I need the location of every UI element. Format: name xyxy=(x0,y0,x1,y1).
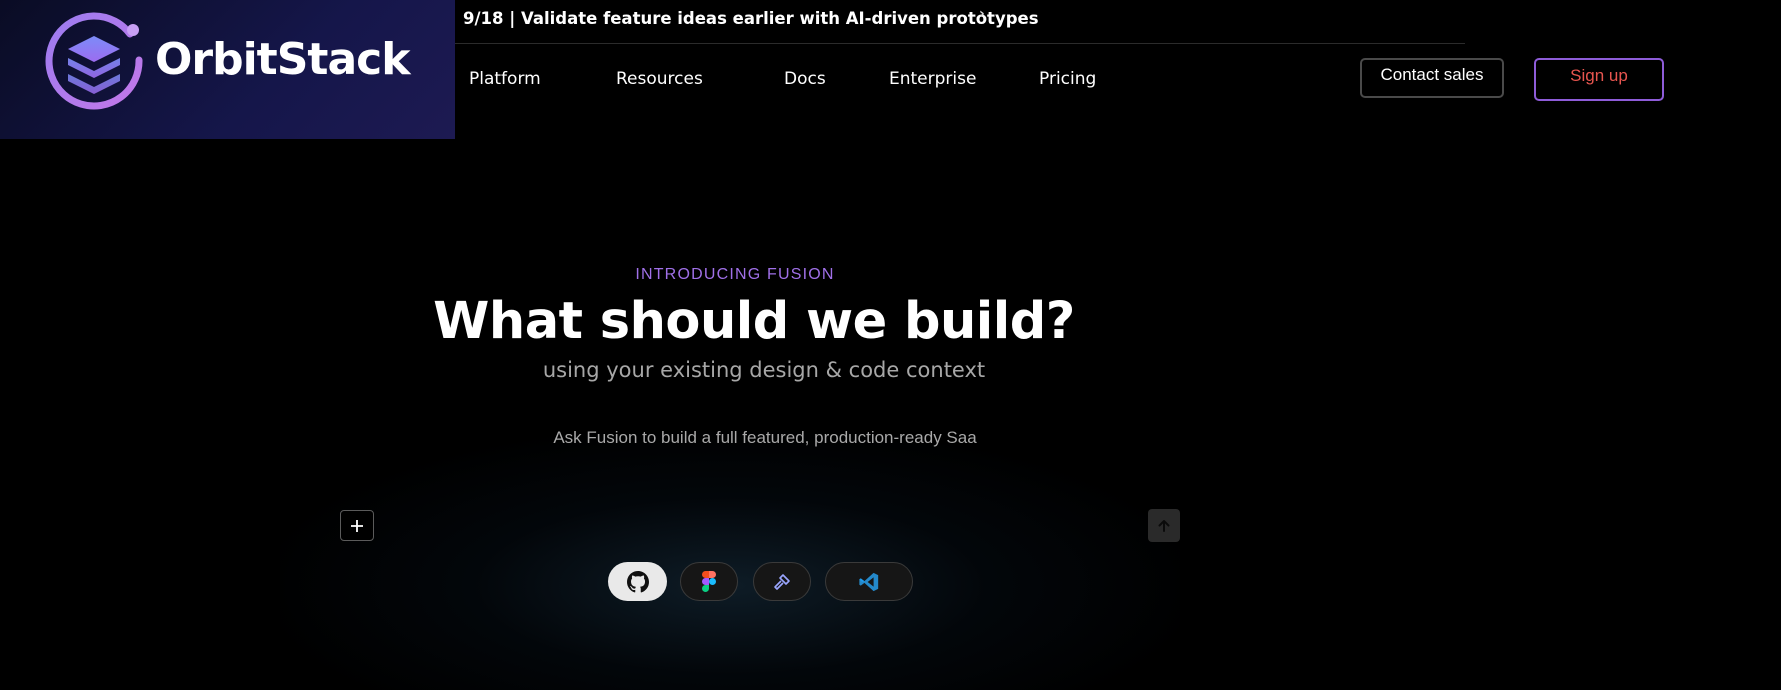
figma-integration-button[interactable] xyxy=(680,562,738,601)
arrow-up-icon xyxy=(1158,519,1170,532)
chevron-right-icon: › xyxy=(979,6,985,22)
vscode-icon xyxy=(859,572,879,591)
announcement-text: 9/18 | Validate feature ideas earlier wi… xyxy=(463,8,1039,28)
sign-up-button[interactable]: Sign up xyxy=(1534,58,1664,101)
add-attachment-button[interactable] xyxy=(340,510,374,541)
background-glow xyxy=(280,430,1180,690)
nav-pricing[interactable]: Pricing xyxy=(1039,69,1096,89)
header-divider xyxy=(455,43,1465,44)
hero-eyebrow: INTRODUCING FUSION xyxy=(635,266,835,283)
brand-name: OrbitStack xyxy=(155,34,410,85)
announcement-bar[interactable]: 9/18 | Validate feature ideas earlier wi… xyxy=(463,4,1039,32)
logo-panel[interactable]: OrbitStack xyxy=(0,0,455,139)
vscode-integration-button[interactable] xyxy=(825,562,913,601)
github-integration-button[interactable] xyxy=(608,562,667,601)
send-button[interactable] xyxy=(1148,509,1180,542)
contact-sales-button[interactable]: Contact sales xyxy=(1360,58,1504,98)
prompt-input[interactable]: Ask Fusion to build a full featured, pro… xyxy=(0,428,1530,448)
hero-headline: What should we build? xyxy=(433,292,1075,351)
plus-icon xyxy=(351,519,363,532)
builder-integration-button[interactable] xyxy=(753,562,811,601)
orbitstack-logo-icon xyxy=(45,12,143,110)
nav-platform[interactable]: Platform xyxy=(469,69,541,89)
nav-enterprise[interactable]: Enterprise xyxy=(889,69,976,89)
builder-icon xyxy=(774,573,790,590)
nav-resources[interactable]: Resources xyxy=(616,69,703,89)
hero-subhead: using your existing design & code contex… xyxy=(542,358,986,382)
nav-docs[interactable]: Docs xyxy=(784,69,826,89)
github-icon xyxy=(626,570,649,592)
figma-icon xyxy=(702,571,716,592)
